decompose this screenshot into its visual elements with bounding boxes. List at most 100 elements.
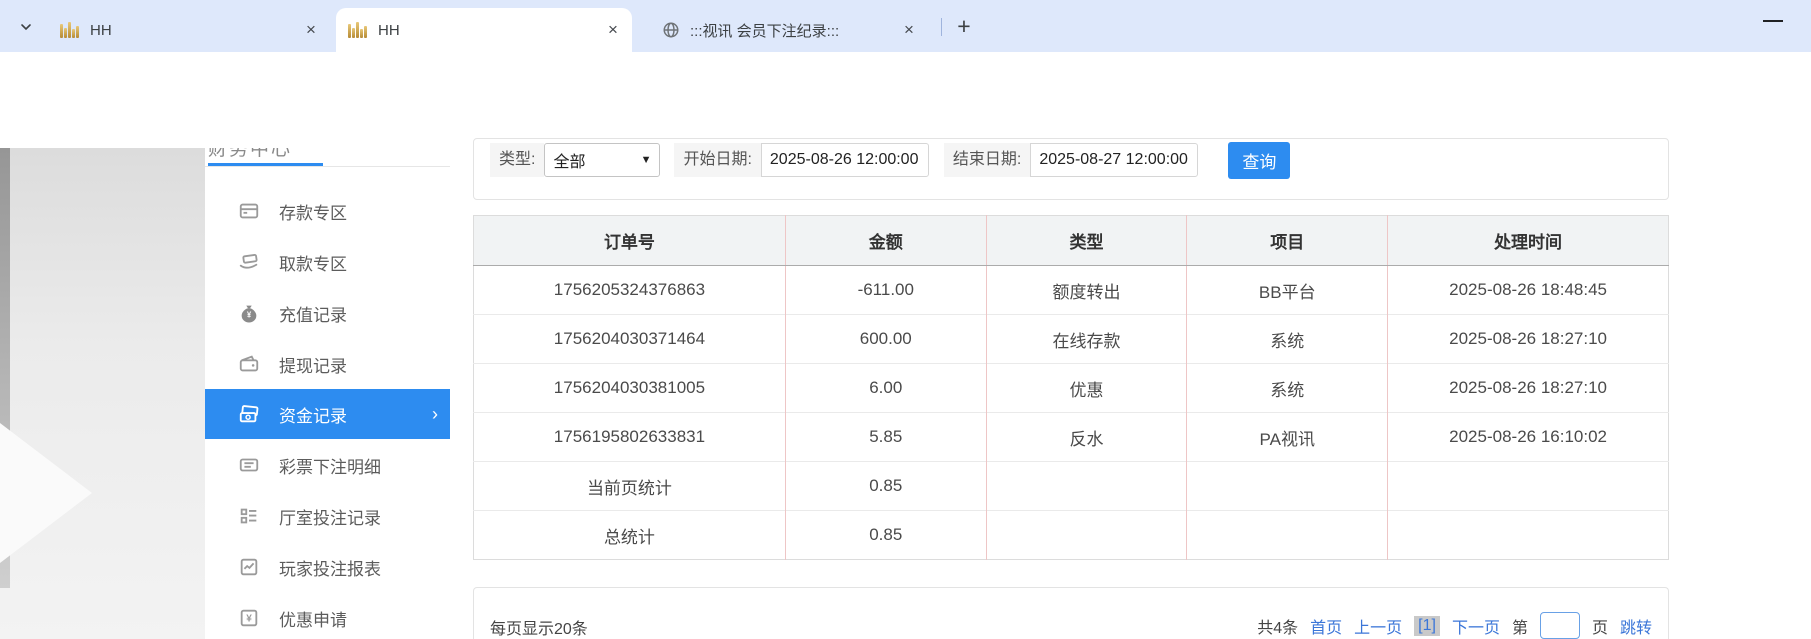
sidebar-item-label: 取款专区 [279,250,347,275]
cell-order-no: 1756204030371464 [474,315,786,364]
jump-prefix-text: 第 [1512,614,1528,638]
money-bag-icon: ¥ [237,302,261,324]
table-summary-row-total: 总统计 0.85 [474,511,1669,560]
sidebar-item-promo-application[interactable]: ¥ 优惠申请 [205,593,450,639]
detail-list-icon [237,505,261,527]
sidebar-item-label: 提现记录 [279,352,347,377]
cell-summary-label: 总统计 [474,511,786,560]
gold-bars-logo-icon [348,22,368,38]
sidebar-item-label: 充值记录 [279,301,347,326]
svg-text:¥: ¥ [246,614,252,625]
cell-process-time: 2025-08-26 18:48:45 [1388,266,1669,315]
page-content: 财务中心 存款专区 取款专区 ¥ 充值记录 提现记录 [0,148,1811,639]
deposit-card-icon [237,200,261,222]
close-icon[interactable]: × [604,21,622,39]
first-page-link[interactable]: 首页 [1310,614,1342,638]
col-header-process-time: 处理时间 [1388,216,1669,266]
query-button[interactable]: 查询 [1228,142,1290,179]
cell-amount: 600.00 [785,315,986,364]
sidebar-item-recharge-records[interactable]: ¥ 充值记录 [205,288,450,338]
jump-page-input[interactable] [1540,612,1580,639]
browser-tab-1[interactable]: HH × [48,8,330,52]
next-page-link[interactable]: 下一页 [1452,614,1500,638]
cell-amount: 0.85 [785,511,986,560]
cell-type: 优惠 [986,364,1187,413]
end-date-input[interactable] [1030,143,1198,177]
globe-icon [662,21,680,39]
chevron-right-icon: › [432,404,438,425]
withdraw-hand-icon [237,251,261,273]
divider [205,166,450,167]
sidebar-item-funds-records[interactable]: 资金记录 › [205,389,450,439]
pagination-panel: 每页显示20条 共4条 首页 上一页 [1] 下一页 第 页 跳转 [473,587,1669,639]
sidebar-item-lottery-bet-details[interactable]: 彩票下注明细 [205,440,450,490]
tab-title: HH [378,22,604,39]
cell-amount: 0.85 [785,462,986,511]
jump-suffix-text: 页 [1592,614,1608,638]
tab-search-button[interactable] [8,10,44,44]
svg-text:¥: ¥ [247,311,252,320]
tab-divider [941,18,942,36]
filter-panel: 类型: 全部 ▼ 开始日期: 结束日期: 查询 [473,138,1669,200]
page-background-watermark [0,148,205,639]
sidebar-item-label: 玩家投注报表 [279,555,381,580]
tab-title: HH [90,22,302,39]
usercenter-sidebar: 财务中心 存款专区 取款专区 ¥ 充值记录 提现记录 [205,148,450,639]
cell-type: 反水 [986,413,1187,462]
cell-type: 额度转出 [986,266,1187,315]
sidebar-item-label: 厅室投注记录 [279,504,381,529]
table-row: 1756195802633831 5.85 反水 PA视讯 2025-08-26… [474,413,1669,462]
list-card-icon [237,454,261,476]
new-tab-button[interactable]: + [948,10,980,42]
browser-tab-3[interactable]: :::视讯 会员下注纪录::: × [650,8,928,52]
page-size-text: 每页显示20条 [490,615,588,639]
sidebar-section-title: 财务中心 [208,148,388,159]
cell-amount: 6.00 [785,364,986,413]
cell-process-time: 2025-08-26 18:27:10 [1388,315,1669,364]
report-chart-icon [237,556,261,578]
banknotes-icon [237,403,261,425]
chevron-down-icon [18,19,34,35]
start-date-label: 开始日期: [674,143,760,177]
table-row: 1756204030371464 600.00 在线存款 系统 2025-08-… [474,315,1669,364]
browser-tab-2-active[interactable]: HH × [336,8,632,52]
type-filter-label: 类型: [490,143,544,177]
sidebar-item-deposit-zone[interactable]: 存款专区 [205,186,450,236]
cell-order-no: 1756205324376863 [474,266,786,315]
close-icon[interactable]: × [900,21,918,39]
start-date-input[interactable] [761,143,929,177]
col-header-amount: 金额 [785,216,986,266]
cell-process-time: 2025-08-26 18:27:10 [1388,364,1669,413]
sidebar-item-label: 优惠申请 [279,606,347,631]
close-icon[interactable]: × [302,21,320,39]
cell-amount: -611.00 [785,266,986,315]
col-header-project: 项目 [1187,216,1388,266]
main-content: 类型: 全部 ▼ 开始日期: 结束日期: 查询 订单号 金额 [473,148,1669,639]
cell-project: 系统 [1187,315,1388,364]
window-minimize-button[interactable] [1763,20,1783,22]
cell-summary-label: 当前页统计 [474,462,786,511]
sidebar-item-player-bet-report[interactable]: 玩家投注报表 [205,542,450,592]
col-header-type: 类型 [986,216,1187,266]
sidebar-item-hall-bet-records[interactable]: 厅室投注记录 [205,491,450,541]
table-row: 1756205324376863 -611.00 额度转出 BB平台 2025-… [474,266,1669,315]
sidebar-item-withdrawal-records[interactable]: 提现记录 [205,339,450,389]
chevron-down-icon: ▼ [641,154,652,166]
cell-amount: 5.85 [785,413,986,462]
type-select-value: 全部 [553,148,585,172]
funds-records-table: 订单号 金额 类型 项目 处理时间 1756205324376863 -611.… [473,215,1669,560]
tab-title: :::视讯 会员下注纪录::: [690,20,900,41]
type-select[interactable]: 全部 ▼ [544,143,660,177]
sidebar-item-label: 资金记录 [279,402,347,427]
cell-project: PA视讯 [1187,413,1388,462]
browser-toolbar: mgm1065.com/hhcp/usercenter.html?iniType… [0,52,1811,104]
jump-link[interactable]: 跳转 [1620,614,1652,638]
prev-page-link[interactable]: 上一页 [1354,614,1402,638]
total-count-text: 共4条 [1257,614,1298,638]
background-triangle-shape [0,423,92,563]
promo-yuan-icon: ¥ [237,607,261,629]
sidebar-item-label: 彩票下注明细 [279,453,381,478]
sidebar-item-withdraw-zone[interactable]: 取款专区 [205,237,450,287]
current-page-badge: [1] [1414,616,1440,636]
table-summary-row-current-page: 当前页统计 0.85 [474,462,1669,511]
